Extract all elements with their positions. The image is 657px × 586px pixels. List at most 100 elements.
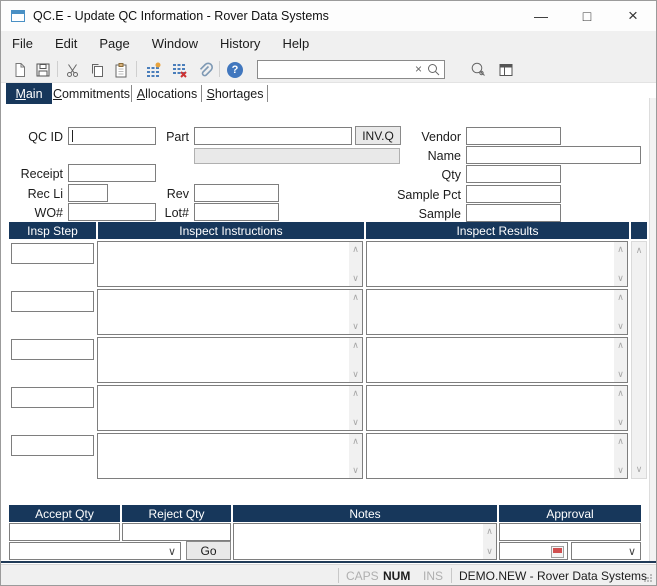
menu-file[interactable]: File — [1, 31, 44, 56]
lot-input[interactable] — [194, 203, 279, 221]
inspect-instructions-textarea[interactable]: ∧∨ — [97, 385, 363, 431]
insp-step-input[interactable] — [11, 291, 94, 312]
scroll-down-icon[interactable]: ∨ — [352, 321, 359, 332]
part-input[interactable] — [194, 127, 352, 145]
scroll-down-icon[interactable]: ∨ — [617, 465, 624, 476]
scroll-up-icon[interactable]: ∧ — [352, 436, 359, 447]
tab-allocations[interactable]: Allocations — [134, 83, 200, 104]
scroll-down-icon[interactable]: ∨ — [636, 464, 643, 475]
vendor-input[interactable] — [466, 127, 561, 145]
scroll-down-icon[interactable]: ∨ — [486, 546, 493, 557]
insp-step-input[interactable] — [11, 387, 94, 408]
scroll-down-icon[interactable]: ∨ — [617, 369, 624, 380]
resize-grip[interactable] — [643, 573, 653, 583]
action-combobox[interactable]: ∨ — [9, 542, 181, 560]
scroll-up-icon[interactable]: ∧ — [636, 245, 643, 256]
inspect-results-textarea[interactable]: ∧∨ — [366, 337, 628, 383]
textarea-scrollbar[interactable]: ∧∨ — [349, 338, 362, 382]
insp-step-input[interactable] — [11, 243, 94, 264]
inv-q-button[interactable]: INV.Q — [355, 126, 401, 145]
qc-id-input[interactable] — [68, 127, 156, 145]
scroll-up-icon[interactable]: ∧ — [617, 244, 624, 255]
tab-main[interactable]: Main — [6, 83, 52, 104]
minimize-button[interactable]: — — [518, 1, 564, 31]
delete-row-icon[interactable] — [168, 59, 190, 80]
search-icon[interactable] — [426, 62, 441, 77]
textarea-scrollbar[interactable]: ∧∨ — [614, 242, 627, 286]
textarea-scrollbar[interactable]: ∧∨ — [349, 386, 362, 430]
paste-icon[interactable] — [110, 59, 132, 80]
window-scrollbar[interactable] — [649, 98, 657, 561]
close-button[interactable]: × — [610, 1, 656, 31]
new-document-icon[interactable] — [9, 59, 31, 80]
cut-icon[interactable] — [62, 59, 84, 80]
scroll-down-icon[interactable]: ∨ — [352, 369, 359, 380]
scroll-up-icon[interactable]: ∧ — [352, 292, 359, 303]
rec-li-input[interactable] — [68, 184, 108, 202]
rev-input[interactable] — [194, 184, 279, 202]
textarea-scrollbar[interactable]: ∧∨ — [349, 242, 362, 286]
grid-scrollbar[interactable]: ∧ ∨ — [631, 241, 647, 479]
scroll-up-icon[interactable]: ∧ — [617, 340, 624, 351]
search-input[interactable] — [259, 62, 409, 77]
textarea-scrollbar[interactable]: ∧∨ — [614, 290, 627, 334]
menu-window[interactable]: Window — [141, 31, 209, 56]
inspect-results-textarea[interactable]: ∧∨ — [366, 385, 628, 431]
scroll-down-icon[interactable]: ∨ — [617, 273, 624, 284]
save-icon[interactable] — [32, 59, 54, 80]
clear-search-icon[interactable]: × — [415, 62, 422, 76]
scroll-down-icon[interactable]: ∨ — [352, 465, 359, 476]
insp-step-input[interactable] — [11, 339, 94, 360]
menu-history[interactable]: History — [209, 31, 271, 56]
scroll-up-icon[interactable]: ∧ — [486, 526, 493, 537]
inspect-instructions-textarea[interactable]: ∧∨ — [97, 241, 363, 287]
menu-help[interactable]: Help — [271, 31, 320, 56]
inspect-instructions-textarea[interactable]: ∧∨ — [97, 337, 363, 383]
scroll-up-icon[interactable]: ∧ — [352, 388, 359, 399]
attachment-icon[interactable] — [194, 59, 216, 80]
scroll-up-icon[interactable]: ∧ — [617, 436, 624, 447]
sample-input[interactable] — [466, 204, 561, 222]
textarea-scrollbar[interactable]: ∧∨ — [349, 290, 362, 334]
textarea-scrollbar[interactable]: ∧∨ — [349, 434, 362, 478]
name-input[interactable] — [466, 146, 641, 164]
scroll-down-icon[interactable]: ∨ — [352, 273, 359, 284]
window-layout-icon[interactable] — [495, 59, 517, 80]
approval-status-combobox[interactable]: ∨ — [571, 542, 641, 560]
inspect-instructions-textarea[interactable]: ∧∨ — [97, 289, 363, 335]
help-icon[interactable]: ? — [224, 59, 246, 80]
sample-pct-input[interactable] — [466, 185, 561, 203]
scroll-up-icon[interactable]: ∧ — [617, 292, 624, 303]
qty-input[interactable] — [466, 165, 561, 183]
tab-commitments[interactable]: Commitments — [53, 83, 130, 104]
inspect-results-textarea[interactable]: ∧∨ — [366, 289, 628, 335]
maximize-button[interactable]: □ — [564, 1, 610, 31]
tab-shortages[interactable]: Shortages — [204, 83, 266, 104]
textarea-scrollbar[interactable]: ∧∨ — [614, 434, 627, 478]
menu-page[interactable]: Page — [88, 31, 140, 56]
textarea-scrollbar[interactable]: ∧∨ — [614, 338, 627, 382]
scroll-down-icon[interactable]: ∨ — [352, 417, 359, 428]
scroll-down-icon[interactable]: ∨ — [617, 321, 624, 332]
textarea-scrollbar[interactable]: ∧∨ — [483, 524, 496, 559]
go-button[interactable]: Go — [186, 541, 231, 560]
scroll-up-icon[interactable]: ∧ — [352, 340, 359, 351]
inspect-results-textarea[interactable]: ∧∨ — [366, 241, 628, 287]
scroll-up-icon[interactable]: ∧ — [352, 244, 359, 255]
receipt-input[interactable] — [68, 164, 156, 182]
scroll-up-icon[interactable]: ∧ — [617, 388, 624, 399]
accept-qty-input[interactable] — [9, 523, 120, 541]
scroll-down-icon[interactable]: ∨ — [617, 417, 624, 428]
copy-icon[interactable] — [86, 59, 108, 80]
find-preview-icon[interactable] — [467, 59, 489, 80]
insert-row-icon[interactable] — [142, 59, 164, 80]
inspect-instructions-textarea[interactable]: ∧∨ — [97, 433, 363, 479]
wo-input[interactable] — [68, 203, 156, 221]
notes-textarea[interactable]: ∧∨ — [233, 523, 497, 560]
approval-date-field[interactable] — [499, 542, 568, 560]
approval-input[interactable] — [499, 523, 641, 541]
reject-qty-input[interactable] — [122, 523, 231, 541]
menu-edit[interactable]: Edit — [44, 31, 88, 56]
textarea-scrollbar[interactable]: ∧∨ — [614, 386, 627, 430]
calendar-icon[interactable] — [551, 546, 564, 558]
